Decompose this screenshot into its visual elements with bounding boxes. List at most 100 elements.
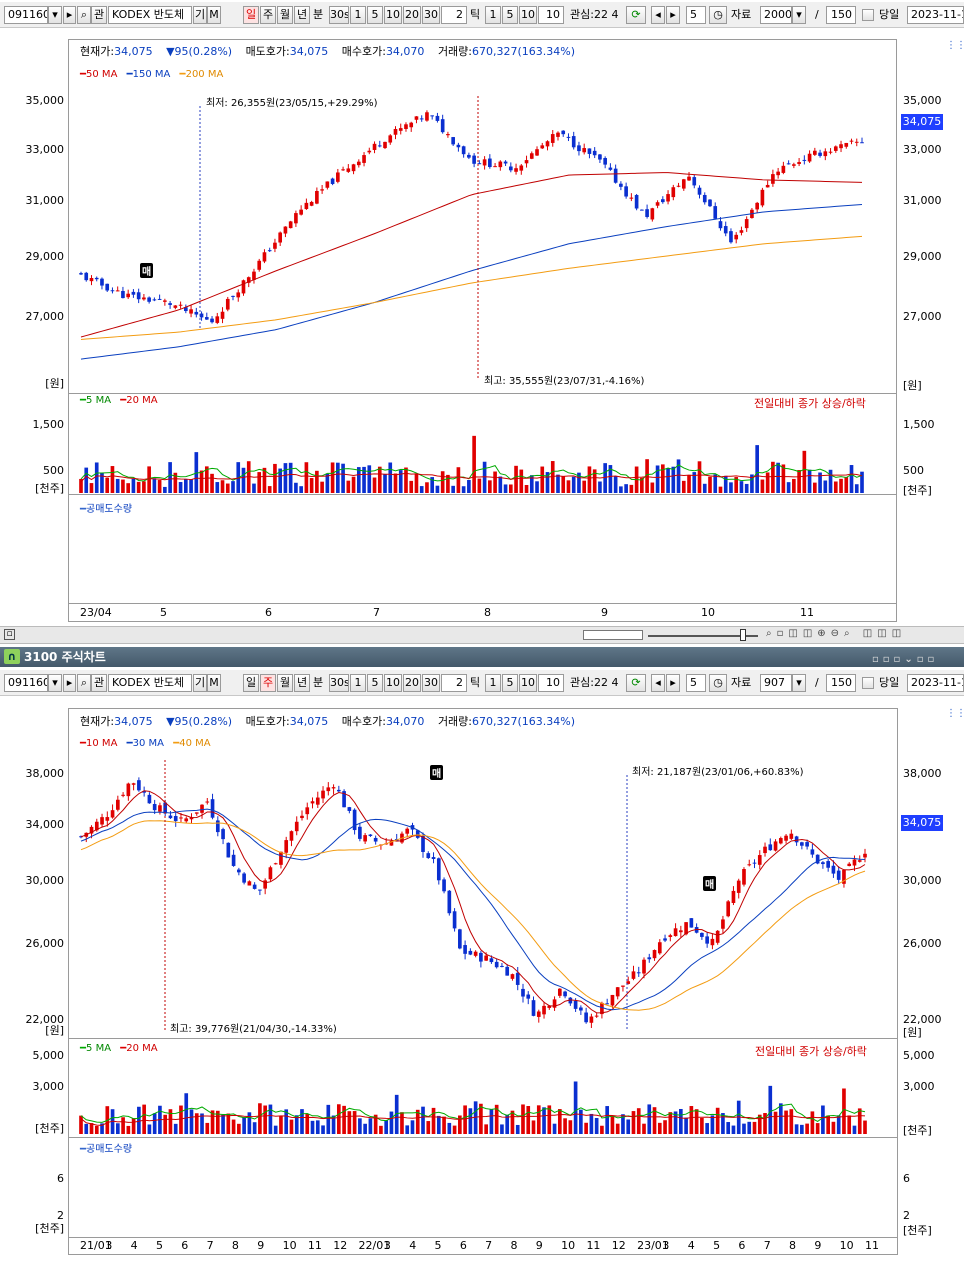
volume-bar [642,1123,646,1134]
candle [573,1000,578,1009]
candle [179,817,183,819]
candle [515,972,520,985]
candle [668,935,673,937]
candle [584,1012,588,1023]
volume-bar [116,1123,120,1134]
candle [247,881,252,886]
volume-bar [752,1121,757,1134]
volume-bar [815,1123,820,1134]
volume-bar [137,1106,141,1134]
volume-bar [94,1125,99,1134]
volume-bar [184,1093,189,1134]
volume-bar [557,1109,562,1134]
volume-bar [657,1122,662,1134]
candle [331,787,336,789]
volume-bar [358,1118,362,1134]
candle [226,842,231,858]
bottom-chart-svg [79,760,867,1134]
candle [621,985,625,987]
volume-bar [731,1125,736,1134]
candle [373,837,378,842]
candle [773,841,778,851]
volume-bar [747,1121,752,1134]
candle [673,928,678,937]
volume-bar [89,1123,94,1134]
candle [205,801,210,803]
volume-bar [610,1115,615,1134]
candle [426,853,431,859]
volume-bar [689,1106,694,1134]
volume-bar [721,1113,725,1134]
volume-bar [742,1123,746,1134]
candle [336,789,341,792]
volume-bar [405,1125,410,1134]
candle [494,961,499,968]
volume-bar [684,1117,688,1134]
candle [736,880,741,893]
candle [100,817,104,825]
volume-bar [258,1103,262,1134]
candle [536,1011,541,1017]
candle [705,936,709,944]
candle [710,938,715,946]
volume-bar [810,1111,815,1134]
candle [531,1000,536,1016]
volume-bar [436,1115,441,1134]
candle [242,873,246,883]
volume-bar [147,1124,152,1134]
candle [315,797,320,805]
candle [500,965,504,967]
volume-bar [852,1125,857,1134]
candle [210,799,215,818]
candle [857,860,862,862]
volume-bar [789,1109,794,1134]
candle [173,816,178,822]
volume-bar [468,1108,473,1134]
volume-bar [421,1106,425,1134]
volume-bar [315,1120,320,1134]
volume-bar [273,1125,278,1134]
candle [505,966,510,976]
candle [778,838,783,844]
volume-bar [563,1118,567,1134]
volume-bar [631,1111,636,1134]
volume-bar [442,1116,446,1134]
candle [358,826,362,839]
volume-bar [521,1104,525,1134]
volume-bar [579,1109,583,1134]
volume-bar [452,1125,457,1134]
volume-bar [710,1115,715,1134]
volume-bar [126,1125,131,1134]
candle [405,828,410,834]
candle [200,804,204,813]
volume-bar [510,1110,515,1134]
candle [326,787,331,792]
candle [442,879,446,892]
candle [447,890,452,914]
volume-bar [347,1111,352,1134]
candle [579,1007,583,1011]
candle [610,994,615,1006]
candle [168,815,173,819]
candle [615,987,620,997]
volume-bar [263,1105,267,1134]
candle [347,807,352,811]
volume-bar [379,1125,383,1134]
volume-bar [242,1117,246,1134]
volume-bar [800,1124,804,1134]
volume-bar [784,1110,788,1134]
candle [542,1005,546,1015]
candle [605,1003,610,1005]
volume-bar [831,1121,836,1134]
candle [147,794,152,804]
volume-bar [573,1081,578,1134]
candle [679,930,683,933]
candle [258,889,262,891]
candle [489,958,494,963]
volume-bar [805,1123,809,1134]
candle [294,821,299,832]
candle [289,831,294,841]
candle [137,780,141,791]
volume-ma5 [80,1103,866,1123]
volume-bar [226,1113,231,1134]
